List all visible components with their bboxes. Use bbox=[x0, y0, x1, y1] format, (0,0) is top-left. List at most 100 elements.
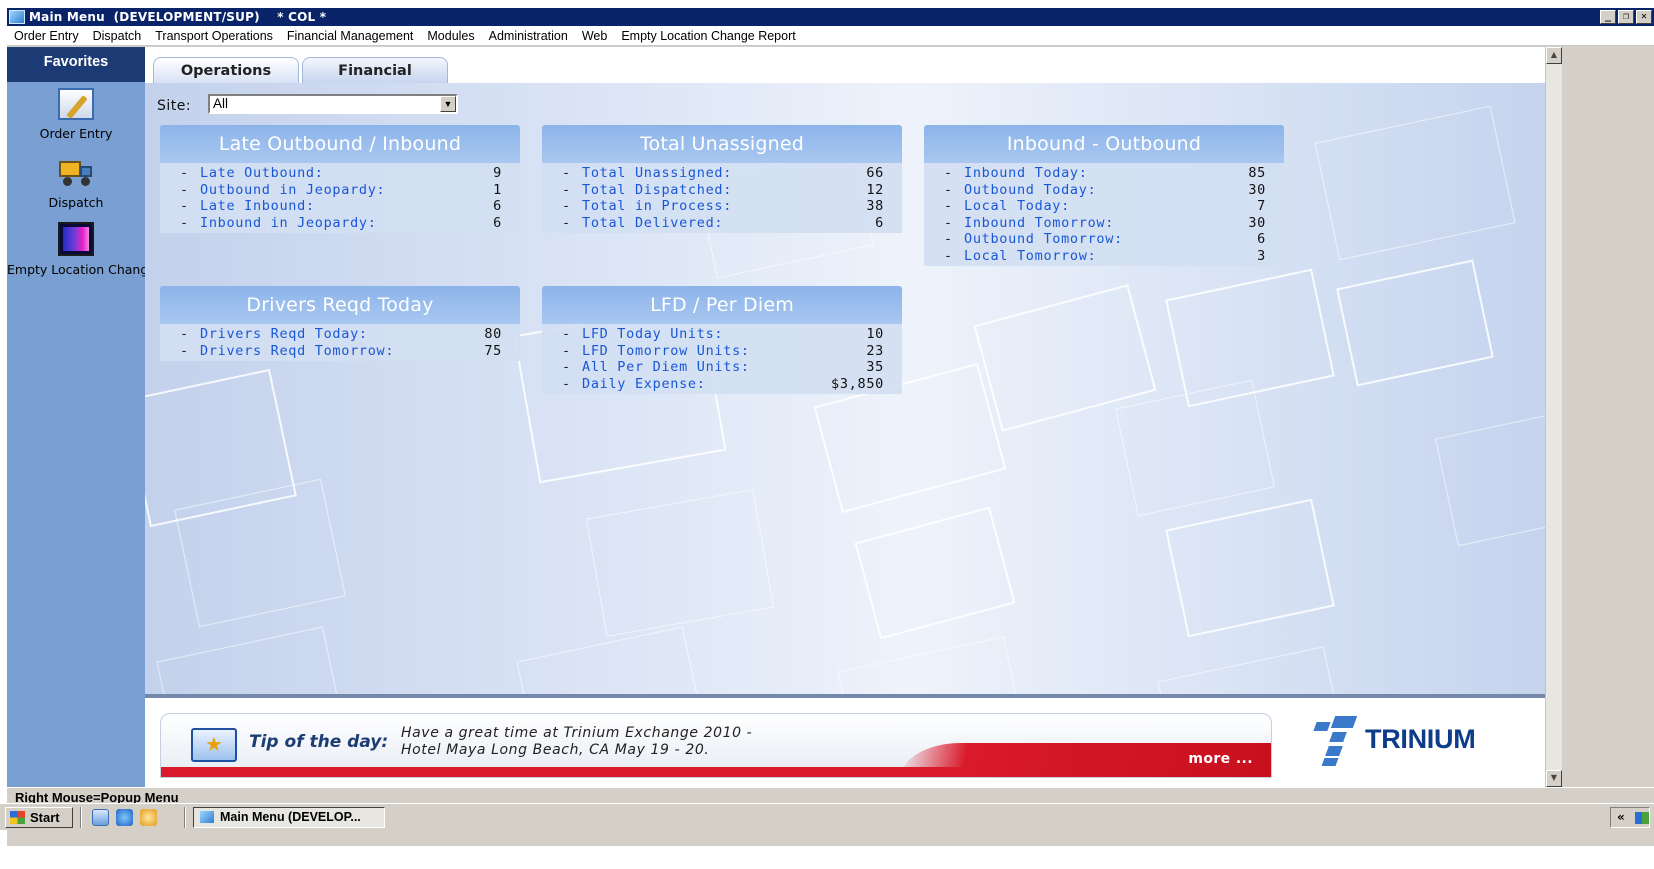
panel-row[interactable]: - Late Inbound: 6 bbox=[180, 198, 502, 215]
row-label[interactable]: Late Outbound: bbox=[200, 165, 422, 182]
scroll-down-button[interactable]: ▼ bbox=[1546, 770, 1562, 787]
row-value: 30 bbox=[1248, 181, 1266, 198]
site-dropdown[interactable]: All ▼ bbox=[208, 94, 458, 114]
row-label[interactable]: Total Unassigned: bbox=[582, 165, 804, 182]
tip-line-1: Have a great time at Trinium Exchange 20… bbox=[401, 725, 753, 741]
tab-operations[interactable]: Operations bbox=[153, 57, 299, 83]
row-label[interactable]: Local Today: bbox=[964, 198, 1186, 215]
row-label[interactable]: Inbound Today: bbox=[964, 165, 1186, 182]
row-label[interactable]: Total in Process: bbox=[582, 198, 804, 215]
restore-button[interactable]: ❐ bbox=[1618, 10, 1634, 24]
row-value: 75 bbox=[484, 342, 502, 359]
menu-order-entry[interactable]: Order Entry bbox=[7, 29, 86, 43]
tip-more-link[interactable]: more ... bbox=[1188, 751, 1253, 767]
panel-title: LFD / Per Diem bbox=[542, 286, 902, 324]
site-label: Site: bbox=[157, 98, 192, 114]
row-value: 3 bbox=[1257, 247, 1266, 264]
panel-row[interactable]: - Inbound Tomorrow: 30 bbox=[944, 215, 1266, 232]
internet-explorer-icon[interactable] bbox=[116, 809, 133, 826]
tray-expand-icon[interactable]: « bbox=[1617, 810, 1625, 824]
panel-title: Inbound - Outbound bbox=[924, 125, 1284, 163]
panel-row[interactable]: - Local Tomorrow: 3 bbox=[944, 248, 1266, 265]
panel-row[interactable]: - Total Delivered: 6 bbox=[562, 215, 884, 232]
favorite-empty-location-change[interactable]: Empty Location Change Report bbox=[7, 216, 145, 283]
panel-row[interactable]: - Late Outbound: 9 bbox=[180, 165, 502, 182]
tip-line-2: Hotel Maya Long Beach, CA May 19 - 20. bbox=[401, 742, 710, 758]
row-label[interactable]: LFD Today Units: bbox=[582, 326, 804, 343]
dashboard-content: Site: All ▼ Late Outbound / Inbound - Lat… bbox=[145, 83, 1545, 694]
site-dropdown-value: All bbox=[213, 96, 229, 111]
menu-financial-management[interactable]: Financial Management bbox=[280, 29, 420, 43]
panel-row[interactable]: - Inbound in Jeopardy: 6 bbox=[180, 215, 502, 232]
menu-empty-location-change-report[interactable]: Empty Location Change Report bbox=[614, 29, 802, 43]
outlook-express-icon[interactable] bbox=[140, 809, 157, 826]
taskbar-main-menu-button[interactable]: Main Menu (DEVELOP... bbox=[193, 807, 385, 828]
row-label[interactable]: Drivers Reqd Today: bbox=[200, 326, 422, 343]
row-value: 6 bbox=[1257, 231, 1266, 247]
close-button[interactable]: ✕ bbox=[1636, 10, 1652, 24]
tip-star-icon bbox=[191, 728, 237, 762]
menu-administration[interactable]: Administration bbox=[482, 29, 575, 43]
show-desktop-icon[interactable] bbox=[92, 809, 109, 826]
panel-row[interactable]: - Total in Process: 38 bbox=[562, 198, 884, 215]
row-value: 35 bbox=[866, 359, 884, 375]
menu-transport-operations[interactable]: Transport Operations bbox=[148, 29, 280, 43]
row-label[interactable]: All Per Diem Units: bbox=[582, 359, 804, 376]
panel-title: Late Outbound / Inbound bbox=[160, 125, 520, 163]
panel-row[interactable]: - LFD Tomorrow Units: 23 bbox=[562, 343, 884, 360]
scroll-up-button[interactable]: ▲ bbox=[1546, 47, 1562, 64]
panel-row[interactable]: - Total Dispatched: 12 bbox=[562, 182, 884, 199]
panel-drivers-reqd-today: Drivers Reqd Today - Drivers Reqd Today: 8… bbox=[160, 286, 520, 361]
row-label[interactable]: Local Tomorrow: bbox=[964, 248, 1186, 265]
start-button[interactable]: Start bbox=[5, 807, 73, 828]
menu-modules[interactable]: Modules bbox=[420, 29, 481, 43]
row-label[interactable]: Late Inbound: bbox=[200, 198, 422, 215]
favorite-order-entry[interactable]: Order Entry bbox=[7, 82, 145, 149]
panel-row[interactable]: - Drivers Reqd Today: 80 bbox=[180, 326, 502, 343]
chevron-down-icon[interactable]: ▼ bbox=[440, 96, 456, 112]
row-value: 80 bbox=[484, 326, 502, 342]
menu-web[interactable]: Web bbox=[575, 29, 614, 43]
panel-row[interactable]: - All Per Diem Units: 35 bbox=[562, 359, 884, 376]
panel-row[interactable]: - Drivers Reqd Tomorrow: 75 bbox=[180, 343, 502, 360]
panel-row[interactable]: - LFD Today Units: 10 bbox=[562, 326, 884, 343]
row-label[interactable]: Inbound Tomorrow: bbox=[964, 215, 1186, 232]
row-label[interactable]: Outbound in Jeopardy: bbox=[200, 182, 422, 199]
tray-network-icon[interactable] bbox=[1634, 811, 1649, 824]
row-label[interactable]: Outbound Tomorrow: bbox=[964, 231, 1186, 248]
title-bar[interactable]: Main Menu (DEVELOPMENT/SUP) * COL * _ ❐ … bbox=[7, 8, 1654, 26]
row-label[interactable]: Daily Expense: bbox=[582, 376, 804, 393]
truck-icon bbox=[56, 155, 96, 189]
panel-row[interactable]: - Inbound Today: 85 bbox=[944, 165, 1266, 182]
tip-area: Tip of the day: Have a great time at Tri… bbox=[145, 698, 1545, 787]
row-label[interactable]: Total Delivered: bbox=[582, 215, 804, 232]
row-label[interactable]: Inbound in Jeopardy: bbox=[200, 215, 422, 232]
vertical-scrollbar[interactable]: ▲ ▼ bbox=[1545, 47, 1562, 787]
row-label[interactable]: Outbound Today: bbox=[964, 182, 1186, 199]
row-label[interactable]: LFD Tomorrow Units: bbox=[582, 343, 804, 360]
favorite-dispatch[interactable]: Dispatch bbox=[7, 149, 145, 216]
panel-title: Drivers Reqd Today bbox=[160, 286, 520, 324]
row-label[interactable]: Drivers Reqd Tomorrow: bbox=[200, 343, 422, 360]
minimize-button[interactable]: _ bbox=[1600, 10, 1616, 24]
tab-financial[interactable]: Financial bbox=[302, 57, 448, 83]
panel-row[interactable]: - Outbound Today: 30 bbox=[944, 182, 1266, 199]
favorite-label: Empty Location Change Report bbox=[7, 262, 145, 277]
window-title: Main Menu (DEVELOPMENT/SUP) * COL * bbox=[29, 10, 327, 24]
row-value: 38 bbox=[866, 198, 884, 214]
panel-inbound-outbound: Inbound - Outbound - Inbound Today: 85 - Ou… bbox=[924, 125, 1284, 266]
trinium-logo: TRINIUM bbox=[1305, 712, 1525, 766]
panel-row[interactable]: - Local Today: 7 bbox=[944, 198, 1266, 215]
menu-dispatch[interactable]: Dispatch bbox=[86, 29, 149, 43]
row-label[interactable]: Total Dispatched: bbox=[582, 182, 804, 199]
panel-row[interactable]: - Daily Expense: $3,850 bbox=[562, 376, 884, 393]
row-value: 23 bbox=[866, 342, 884, 359]
trinium-logo-icon bbox=[1313, 716, 1359, 766]
row-value: 66 bbox=[866, 165, 884, 181]
panel-row[interactable]: - Outbound Tomorrow: 6 bbox=[944, 231, 1266, 248]
row-value: 9 bbox=[493, 165, 502, 181]
row-value: 10 bbox=[866, 326, 884, 342]
favorites-header: Favorites bbox=[7, 47, 145, 82]
panel-row[interactable]: - Total Unassigned: 66 bbox=[562, 165, 884, 182]
panel-row[interactable]: - Outbound in Jeopardy: 1 bbox=[180, 182, 502, 199]
